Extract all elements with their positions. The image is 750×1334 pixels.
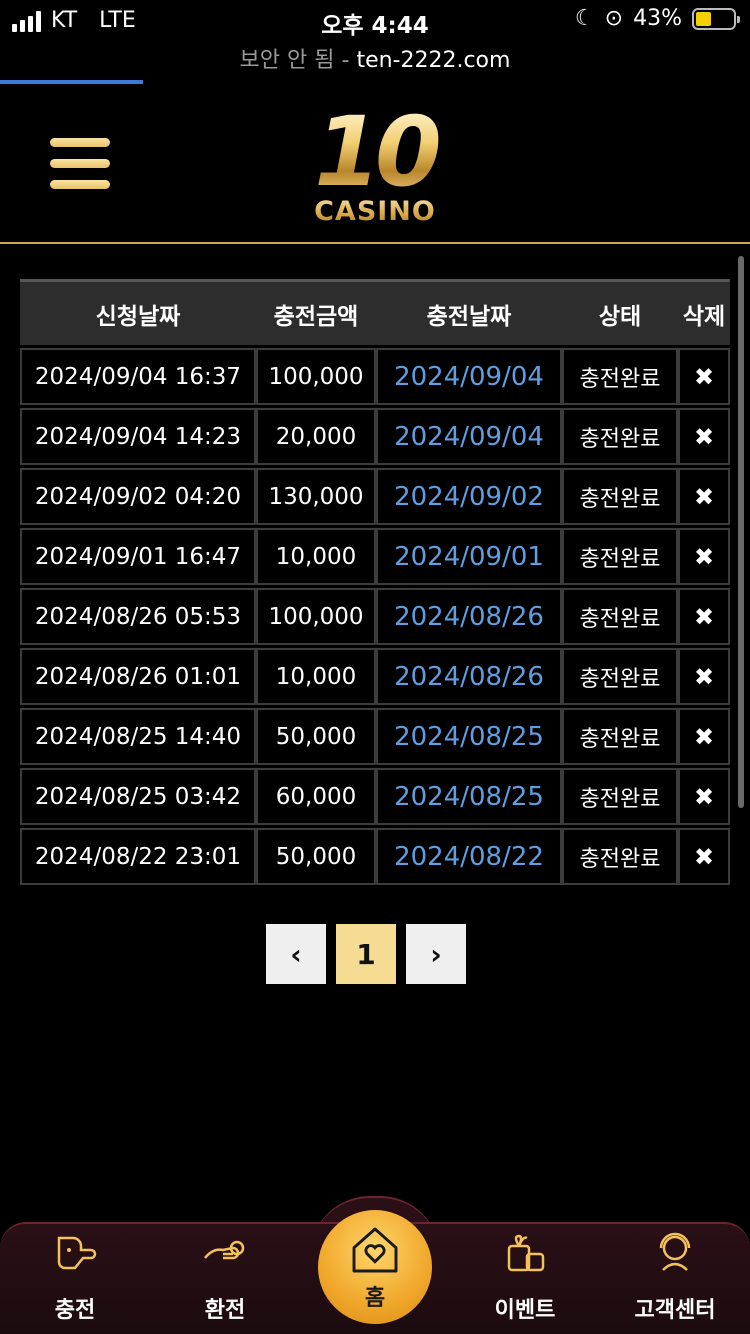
status-cell: 충전완료 [562, 708, 678, 765]
request-date-cell: 2024/09/01 16:47 [20, 528, 256, 585]
nav-withdraw[interactable]: 환전 [155, 1224, 295, 1334]
status-cell: 충전완료 [562, 768, 678, 825]
request-date-cell: 2024/08/25 03:42 [20, 768, 256, 825]
delete-button[interactable]: ✖ [678, 528, 730, 585]
col-charge-date: 충전날짜 [376, 279, 562, 345]
status-cell: 충전완료 [562, 408, 678, 465]
charge-date-cell[interactable]: 2024/08/26 [376, 588, 562, 645]
delete-button[interactable]: ✖ [678, 588, 730, 645]
table-row: 2024/08/22 23:01 50,000 2024/08/22 충전완료 ✖ [20, 828, 730, 885]
deposit-history-table: 신청날짜 충전금액 충전날짜 상태 삭제 2024/09/04 16:37 100… [20, 276, 732, 888]
request-date-cell: 2024/08/25 14:40 [20, 708, 256, 765]
delete-button[interactable]: ✖ [678, 708, 730, 765]
delete-button[interactable]: ✖ [678, 408, 730, 465]
deposit-icon [57, 1236, 97, 1270]
request-date-cell: 2024/09/02 04:20 [20, 468, 256, 525]
amount-cell: 50,000 [256, 708, 376, 765]
scrollbar[interactable] [738, 256, 744, 808]
nav-home-label: 홈 [364, 1286, 386, 1311]
col-delete: 삭제 [678, 279, 730, 345]
status-cell: 충전완료 [562, 648, 678, 705]
col-amount: 충전금액 [256, 279, 376, 345]
nav-deposit[interactable]: 충전 [5, 1224, 145, 1334]
col-status: 상태 [562, 279, 678, 345]
request-date-cell: 2024/08/26 01:01 [20, 648, 256, 705]
table-row: 2024/08/25 14:40 50,000 2024/08/25 충전완료 ✖ [20, 708, 730, 765]
amount-cell: 60,000 [256, 768, 376, 825]
table-row: 2024/08/26 05:53 100,000 2024/08/26 충전완료 ✖ [20, 588, 730, 645]
page: KT LTE 오후 4:44 ☾ ⊙ 43% 보안 안 됨 - ten-2222… [0, 0, 750, 1334]
pagination: ‹ 1 › [266, 924, 466, 984]
amount-cell: 10,000 [256, 528, 376, 585]
page-load-progress [0, 80, 750, 85]
nav-support[interactable]: 고객센터 [605, 1224, 745, 1334]
charge-date-cell[interactable]: 2024/08/26 [376, 648, 562, 705]
amount-cell: 10,000 [256, 648, 376, 705]
status-bar: KT LTE 오후 4:44 ☾ ⊙ 43% [0, 0, 750, 40]
amount-cell: 130,000 [256, 468, 376, 525]
casino-logo[interactable]: 10 CASINO [300, 104, 450, 230]
request-date-cell: 2024/09/04 14:23 [20, 408, 256, 465]
page-load-progress-fill [0, 80, 143, 84]
charge-date-cell[interactable]: 2024/08/22 [376, 828, 562, 885]
delete-button[interactable]: ✖ [678, 648, 730, 705]
hamburger-menu-icon[interactable] [50, 136, 110, 192]
logo-number: 10 [300, 104, 450, 200]
support-icon [659, 1232, 691, 1271]
charge-date-cell[interactable]: 2024/09/01 [376, 528, 562, 585]
status-cell: 충전완료 [562, 348, 678, 405]
nav-event-label: 이벤트 [494, 1298, 556, 1323]
col-request-date: 신청날짜 [20, 279, 256, 345]
charge-date-cell[interactable]: 2024/09/04 [376, 408, 562, 465]
request-date-cell: 2024/08/22 23:01 [20, 828, 256, 885]
status-cell: 충전완료 [562, 468, 678, 525]
request-date-cell: 2024/09/04 16:37 [20, 348, 256, 405]
charge-date-cell[interactable]: 2024/09/02 [376, 468, 562, 525]
delete-button[interactable]: ✖ [678, 828, 730, 885]
address-bar[interactable]: 보안 안 됨 - ten-2222.com [0, 42, 750, 74]
table-row: 2024/09/04 14:23 20,000 2024/09/04 충전완료 ✖ [20, 408, 730, 465]
home-heart-icon [352, 1227, 398, 1273]
nav-support-label: 고객센터 [634, 1298, 716, 1323]
status-cell: 충전완료 [562, 528, 678, 585]
withdraw-icon [204, 1240, 245, 1260]
delete-button[interactable]: ✖ [678, 348, 730, 405]
request-date-cell: 2024/08/26 05:53 [20, 588, 256, 645]
gift-icon [507, 1234, 545, 1272]
table-row: 2024/09/02 04:20 130,000 2024/09/02 충전완료 ✖ [20, 468, 730, 525]
nav-event[interactable]: 이벤트 [455, 1224, 595, 1334]
url-domain: ten-2222.com [356, 48, 511, 73]
charge-date-cell[interactable]: 2024/08/25 [376, 708, 562, 765]
battery-percent: 43% [633, 6, 682, 31]
charge-date-cell[interactable]: 2024/09/04 [376, 348, 562, 405]
status-right: ☾ ⊙ 43% [574, 6, 740, 31]
table-row: 2024/08/26 01:01 10,000 2024/08/26 충전완료 ✖ [20, 648, 730, 705]
table-row: 2024/09/01 16:47 10,000 2024/09/01 충전완료 ✖ [20, 528, 730, 585]
status-cell: 충전완료 [562, 588, 678, 645]
table-row: 2024/08/25 03:42 60,000 2024/08/25 충전완료 ✖ [20, 768, 730, 825]
moon-icon: ☾ [574, 6, 595, 31]
insecure-label: 보안 안 됨 [239, 48, 335, 73]
amount-cell: 100,000 [256, 588, 376, 645]
amount-cell: 100,000 [256, 348, 376, 405]
site-header: 10 CASINO [0, 86, 750, 244]
delete-button[interactable]: ✖ [678, 768, 730, 825]
battery-icon [692, 7, 740, 30]
amount-cell: 20,000 [256, 408, 376, 465]
nav-withdraw-label: 환전 [204, 1298, 246, 1323]
table-header-row: 신청날짜 충전금액 충전날짜 상태 삭제 [20, 279, 730, 345]
nav-home[interactable]: 홈 [318, 1210, 432, 1324]
nav-deposit-label: 충전 [54, 1298, 96, 1323]
delete-button[interactable]: ✖ [678, 468, 730, 525]
logo-text: CASINO [300, 196, 450, 227]
page-1-button[interactable]: 1 [336, 924, 396, 984]
url-separator: - [341, 48, 350, 73]
rotation-lock-icon: ⊙ [604, 6, 624, 31]
amount-cell: 50,000 [256, 828, 376, 885]
status-cell: 충전완료 [562, 828, 678, 885]
next-page-button[interactable]: › [406, 924, 466, 984]
table-row: 2024/09/04 16:37 100,000 2024/09/04 충전완료 ✖ [20, 348, 730, 405]
charge-date-cell[interactable]: 2024/08/25 [376, 768, 562, 825]
prev-page-button[interactable]: ‹ [266, 924, 326, 984]
